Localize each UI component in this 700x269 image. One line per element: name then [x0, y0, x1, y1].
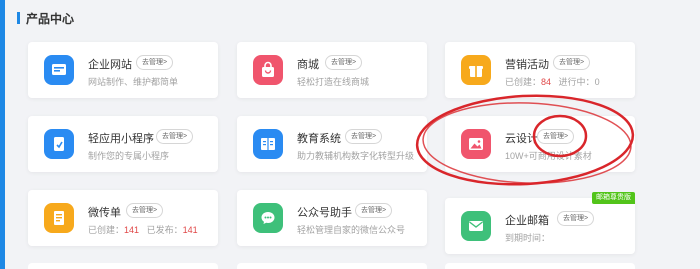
manage-button-mail[interactable]: 去管理>	[557, 211, 595, 226]
card-description: 轻松打造在线商城	[297, 77, 370, 87]
chat-bubble-icon	[253, 203, 283, 233]
miniapp-icon	[44, 129, 74, 159]
manage-button-website[interactable]: 去管理>	[136, 55, 174, 70]
shopping-bag-icon	[253, 55, 283, 85]
card-title: 教育系统	[297, 133, 341, 145]
card-title: 企业网站	[88, 59, 132, 71]
product-card-design[interactable]: 云设计 去管理> 10W+可商用设计素材	[445, 116, 635, 172]
card-stats: 已创建：84 进行中：0	[505, 75, 600, 88]
product-card-website[interactable]: 企业网站 去管理> 网站制作、维护都简单	[28, 42, 218, 98]
running-count: 0	[594, 77, 600, 87]
card-partial	[237, 263, 427, 269]
product-card-marketing[interactable]: 营销活动 去管理> 已创建：84 进行中：0	[445, 42, 635, 98]
image-icon	[461, 129, 491, 159]
created-count: 141	[124, 225, 140, 235]
card-title: 商城	[297, 59, 319, 71]
manage-button-mall[interactable]: 去管理>	[325, 55, 363, 70]
created-label: 已创建：	[88, 225, 125, 235]
section-title-marker	[17, 12, 20, 24]
product-card-miniapp[interactable]: 轻应用小程序 去管理> 制作您的专属小程序	[28, 116, 218, 172]
manage-button-marketing[interactable]: 去管理>	[553, 55, 591, 70]
product-card-flyer[interactable]: 微传单 去管理> 已创建：141 已发布：141	[28, 190, 218, 246]
website-icon	[44, 55, 74, 85]
card-title: 公众号助手	[297, 207, 352, 219]
card-stats: 已创建：141 已发布：141	[88, 223, 198, 236]
running-label: 进行中：	[558, 77, 595, 87]
manage-button-wechat[interactable]: 去管理>	[355, 203, 393, 218]
card-partial	[28, 263, 218, 269]
card-description: 10W+可商用设计素材	[505, 151, 592, 161]
created-label: 已创建：	[505, 77, 542, 87]
product-card-mall[interactable]: 商城 去管理> 轻松打造在线商城	[237, 42, 427, 98]
manage-button-education[interactable]: 去管理>	[345, 129, 383, 144]
section-title-text: 产品中心	[26, 11, 75, 26]
manage-button-miniapp[interactable]: 去管理>	[156, 129, 194, 144]
premium-badge: 邮箱尊贵版	[592, 192, 635, 204]
card-title: 企业邮箱	[505, 215, 549, 227]
section-title: 产品中心	[17, 10, 74, 26]
card-title: 营销活动	[505, 59, 549, 71]
gift-icon	[461, 55, 491, 85]
mail-icon	[461, 211, 491, 241]
created-count: 84	[541, 77, 552, 87]
manage-button-design[interactable]: 去管理>	[537, 129, 575, 144]
published-label: 已发布：	[146, 225, 183, 235]
card-title: 微传单	[88, 207, 121, 219]
product-card-mail[interactable]: 邮箱尊贵版 企业邮箱 去管理> 到期时间：	[445, 192, 635, 254]
left-accent-strip	[0, 0, 5, 269]
card-description: 网站制作、维护都简单	[88, 77, 179, 87]
card-description: 助力教辅机构数字化转型升级	[297, 151, 415, 161]
published-count: 141	[182, 225, 198, 235]
product-card-wechat[interactable]: 公众号助手 去管理> 轻松管理自家的微信公众号	[237, 190, 427, 246]
flyer-icon	[44, 203, 74, 233]
card-title: 轻应用小程序	[88, 133, 154, 145]
card-description: 轻松管理自家的微信公众号	[297, 225, 406, 235]
card-description: 制作您的专属小程序	[88, 151, 170, 161]
card-title: 云设计	[505, 133, 538, 145]
manage-button-flyer[interactable]: 去管理>	[126, 203, 164, 218]
card-description: 到期时间：	[505, 233, 551, 243]
product-card-education[interactable]: 教育系统 去管理> 助力教辅机构数字化转型升级	[237, 116, 427, 172]
card-partial	[445, 263, 635, 269]
book-icon	[253, 129, 283, 159]
